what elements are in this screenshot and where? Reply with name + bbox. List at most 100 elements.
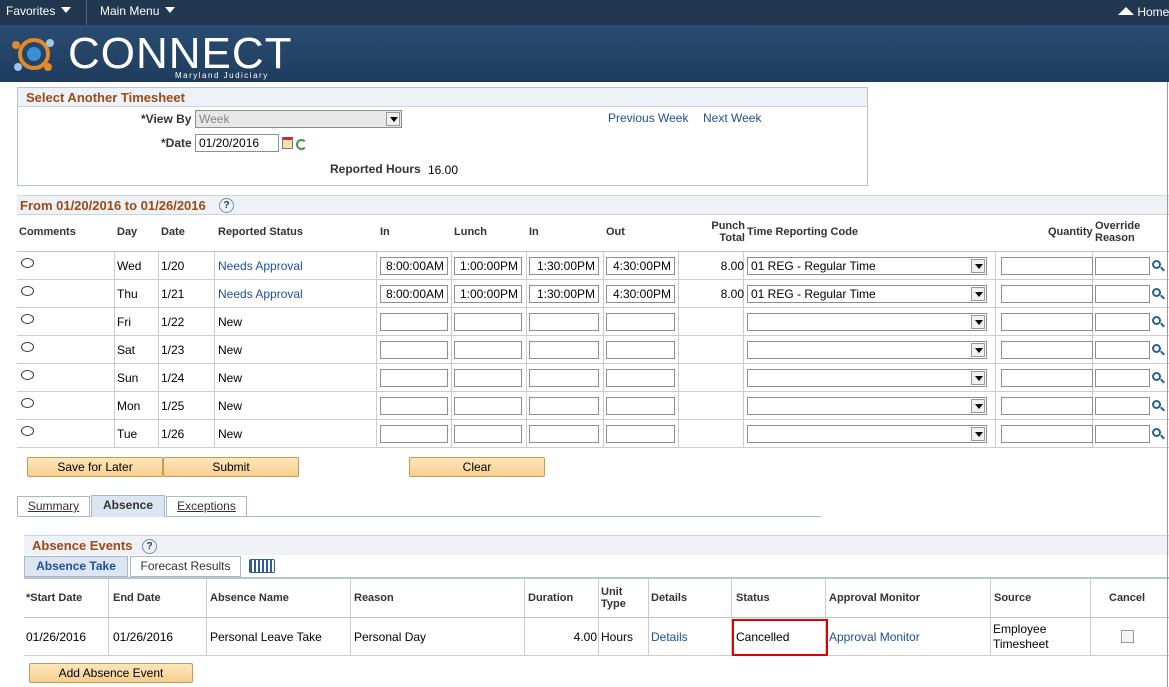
help-icon[interactable]: ? <box>219 198 234 213</box>
trc-select[interactable] <box>747 341 987 359</box>
comment-icon[interactable] <box>21 342 34 352</box>
quantity-input[interactable] <box>1001 369 1093 387</box>
lunch-time-input[interactable]: 1:00:00PM <box>454 257 522 275</box>
trc-select[interactable]: 01 REG - Regular Time <box>747 285 987 303</box>
comment-icon[interactable] <box>21 258 34 268</box>
trc-select[interactable]: 01 REG - Regular Time <box>747 257 987 275</box>
override-reason-input[interactable] <box>1095 285 1150 303</box>
in-time-2-input[interactable]: 1:30:00PM <box>529 257 599 275</box>
out-time-input[interactable] <box>606 397 675 415</box>
in-time-2-input[interactable] <box>529 397 599 415</box>
out-time-input[interactable]: 4:30:00PM <box>606 285 675 303</box>
override-reason-input[interactable] <box>1095 341 1150 359</box>
out-time-input[interactable] <box>606 341 675 359</box>
lunch-time-input[interactable] <box>454 341 522 359</box>
override-reason-input[interactable] <box>1095 369 1150 387</box>
override-reason-input[interactable] <box>1095 313 1150 331</box>
source-line1: Employee <box>993 622 1047 636</box>
quantity-input[interactable] <box>1001 313 1093 331</box>
trc-select[interactable] <box>747 369 987 387</box>
quantity-input[interactable] <box>1001 341 1093 359</box>
page-right-border <box>1167 82 1168 687</box>
in-time-2-input[interactable] <box>529 425 599 443</box>
in-time-input[interactable] <box>380 425 448 443</box>
search-icon[interactable] <box>1152 428 1161 437</box>
help-icon[interactable]: ? <box>142 539 157 554</box>
table-row: Sun 1/24 New <box>17 364 1169 392</box>
comment-icon[interactable] <box>21 426 34 436</box>
quantity-input[interactable] <box>1001 257 1093 275</box>
override-reason-input[interactable] <box>1095 425 1150 443</box>
comment-icon[interactable] <box>21 370 34 380</box>
col-header-day: Day <box>117 226 138 238</box>
favorites-menu[interactable]: Favorites <box>6 4 72 18</box>
comment-icon[interactable] <box>21 398 34 408</box>
subtab-absence-take[interactable]: Absence Take <box>24 556 128 577</box>
out-time-input[interactable] <box>606 369 675 387</box>
trc-select[interactable] <box>747 397 987 415</box>
in-time-2-input[interactable] <box>529 313 599 331</box>
clear-button[interactable]: Clear <box>409 457 545 477</box>
search-icon[interactable] <box>1152 372 1161 381</box>
approval-monitor-link[interactable]: Approval Monitor <box>829 630 920 644</box>
submit-button[interactable]: Submit <box>163 457 299 477</box>
save-for-later-button[interactable]: Save for Later <box>27 457 163 477</box>
lunch-time-input[interactable] <box>454 369 522 387</box>
absence-details-link[interactable]: Details <box>651 630 688 644</box>
row-status-link[interactable]: Needs Approval <box>218 259 303 273</box>
quantity-input[interactable] <box>1001 397 1093 415</box>
trc-select[interactable] <box>747 313 987 331</box>
lunch-time-input[interactable]: 1:00:00PM <box>454 285 522 303</box>
tab-absence[interactable]: Absence <box>91 495 165 517</box>
in-time-input[interactable]: 8:00:00AM <box>380 257 448 275</box>
chevron-down-icon <box>971 399 985 413</box>
home-link[interactable]: Home <box>1118 5 1169 19</box>
comment-icon[interactable] <box>21 314 34 324</box>
view-by-select[interactable]: Week <box>195 110 402 128</box>
lunch-time-input[interactable] <box>454 425 522 443</box>
tab-exceptions[interactable]: Exceptions <box>166 496 247 517</box>
brand-subtitle: Maryland Judiciary <box>175 71 269 80</box>
comment-icon[interactable] <box>21 286 34 296</box>
override-reason-input[interactable] <box>1095 397 1150 415</box>
absence-name: Personal Leave Take <box>210 630 322 644</box>
subtab-forecast-results[interactable]: Forecast Results <box>130 556 241 577</box>
in-time-input[interactable] <box>380 313 448 331</box>
in-time-2-input[interactable] <box>529 341 599 359</box>
out-time-input[interactable] <box>606 313 675 331</box>
tab-summary[interactable]: Summary <box>17 496 90 517</box>
in-time-input[interactable] <box>380 397 448 415</box>
refresh-icon[interactable] <box>296 139 307 150</box>
previous-week-link[interactable]: Previous Week <box>608 111 688 125</box>
out-time-input[interactable] <box>606 425 675 443</box>
trc-select[interactable] <box>747 425 987 443</box>
lunch-time-input[interactable] <box>454 397 522 415</box>
override-reason-input[interactable] <box>1095 257 1150 275</box>
quantity-input[interactable] <box>1001 425 1093 443</box>
next-week-link[interactable]: Next Week <box>703 111 761 125</box>
in-time-input[interactable] <box>380 341 448 359</box>
grid-view-icon[interactable] <box>249 559 275 573</box>
add-absence-event-button[interactable]: Add Absence Event <box>29 663 193 683</box>
in-time-2-input[interactable]: 1:30:00PM <box>529 285 599 303</box>
search-icon[interactable] <box>1152 400 1161 409</box>
main-menu[interactable]: Main Menu <box>100 4 176 18</box>
date-input[interactable]: 01/20/2016 <box>195 134 279 152</box>
col-header-in: In <box>380 226 390 238</box>
cancel-checkbox[interactable] <box>1121 630 1134 643</box>
search-icon[interactable] <box>1152 288 1161 297</box>
in-time-2-input[interactable] <box>529 369 599 387</box>
view-by-value: Week <box>199 112 230 126</box>
quantity-input[interactable] <box>1001 285 1093 303</box>
absence-events-header <box>24 535 1169 555</box>
search-icon[interactable] <box>1152 260 1161 269</box>
in-time-input[interactable] <box>380 369 448 387</box>
out-time-input[interactable]: 4:30:00PM <box>606 257 675 275</box>
in-time-input[interactable]: 8:00:00AM <box>380 285 448 303</box>
lunch-time-input[interactable] <box>454 313 522 331</box>
search-icon[interactable] <box>1152 316 1161 325</box>
calendar-icon[interactable] <box>282 137 293 149</box>
search-icon[interactable] <box>1152 344 1161 353</box>
absence-end-date: 01/26/2016 <box>113 630 174 644</box>
row-status-link[interactable]: Needs Approval <box>218 287 303 301</box>
